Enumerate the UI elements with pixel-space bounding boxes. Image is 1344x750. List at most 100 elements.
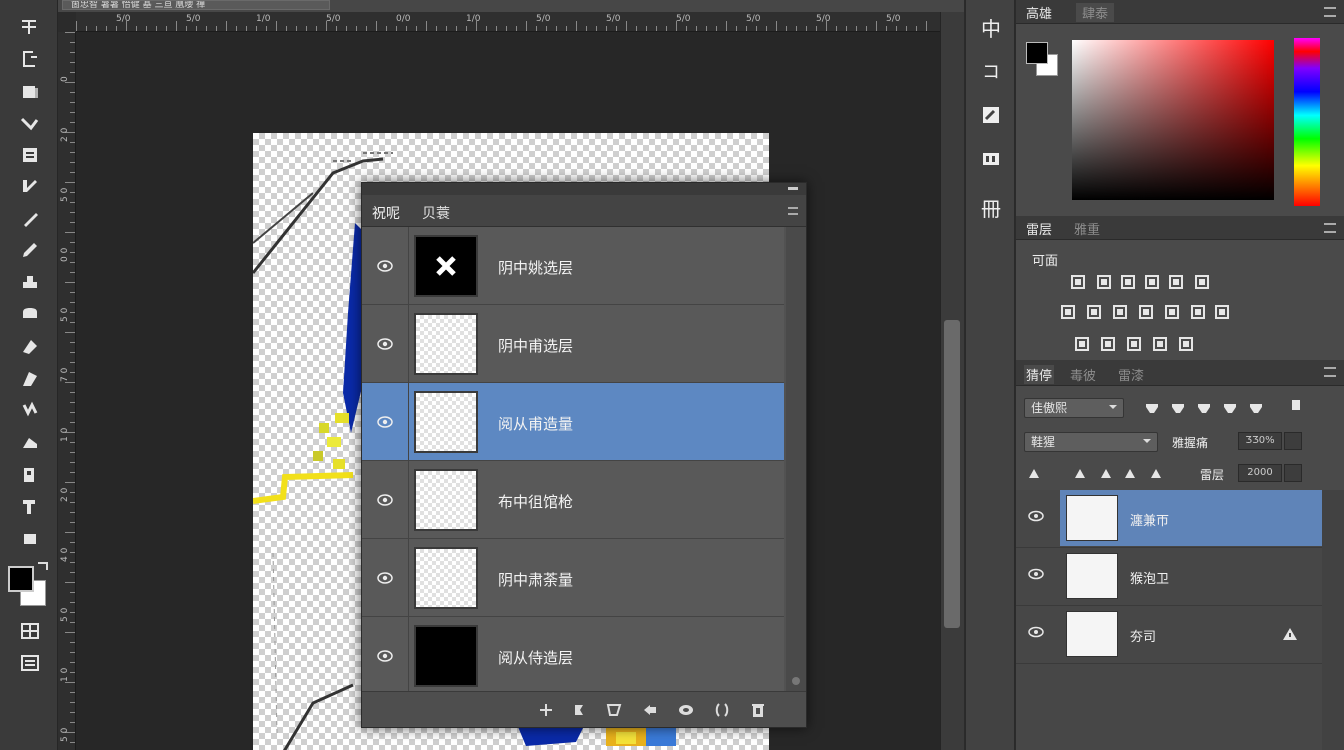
selective-color-adjustment-icon[interactable] [1126,336,1144,352]
invert-adjustment-icon[interactable] [1190,304,1208,320]
shadows-adjustment-icon[interactable] [1152,336,1170,352]
pen-tool-icon[interactable] [14,462,46,488]
hue-sat-adjustment-icon[interactable] [1194,274,1212,290]
layer-row[interactable]: 猴泡卫 [1016,548,1322,606]
layers-scrollbar[interactable] [1322,490,1344,750]
quick-select-tool-icon[interactable] [14,112,46,138]
floating-layer-row[interactable]: 阴中甫选层 [362,305,784,383]
marquee-tool-icon[interactable] [14,46,46,72]
shape-filter-icon[interactable] [1222,400,1240,416]
layer-row[interactable]: 夯司 [1016,606,1322,664]
hue-slider[interactable] [1294,38,1320,206]
vibrance-adjustment-icon[interactable] [1168,274,1186,290]
pixel-filter-icon[interactable] [1144,400,1162,416]
history-brush-tool-icon[interactable] [14,302,46,328]
properties-panel-icon[interactable]: コ [972,54,1010,88]
curves-adjustment-icon[interactable] [1120,274,1138,290]
gradient-tool-icon[interactable] [14,366,46,392]
group-folder-icon[interactable] [678,702,694,718]
brightness-adjustment-icon[interactable] [1070,274,1088,290]
eye-icon[interactable] [376,415,394,429]
foreground-color-swatch[interactable] [1026,42,1048,64]
history-panel-icon[interactable]: 中 [972,10,1010,44]
lock-pixels-icon[interactable] [1072,466,1090,482]
lock-position-icon[interactable] [1098,466,1116,482]
type-filter-icon[interactable] [1196,400,1214,416]
type-tool-icon[interactable] [14,494,46,520]
floating-panel-header[interactable] [362,183,806,195]
floating-layer-row[interactable]: 布中徂馆枪 [362,461,784,539]
tab-swatches[interactable]: 肆泰 [1076,3,1115,22]
lock-all-icon[interactable] [1148,466,1166,482]
adjustment-layer-icon[interactable] [642,702,658,718]
opacity-dropdown-arrow[interactable] [1284,432,1302,450]
blur-tool-icon[interactable] [14,398,46,424]
blend-mode-select[interactable]: 鞋猩 [1024,432,1158,452]
canvas-scroll-thumb[interactable] [944,320,960,628]
tab-styles[interactable]: 雅重 [1074,219,1100,238]
adjustment-filter-icon[interactable] [1170,400,1188,416]
new-layer-icon[interactable] [714,702,730,718]
layers-panel-menu-icon[interactable] [1324,367,1336,377]
link-layers-icon[interactable] [538,702,554,718]
gradient-map-adjustment-icon[interactable] [1100,336,1118,352]
add-mask-icon[interactable] [606,702,622,718]
crop-tool-icon[interactable] [14,142,46,168]
hdr-adjustment-icon[interactable] [1178,336,1196,352]
floating-layer-row[interactable]: 阅从甫造量 [362,383,784,461]
filter-toggle-icon[interactable] [1288,398,1306,414]
tab-floating-2[interactable]: 贝蓑 [422,203,450,223]
lock-transparent-icon[interactable] [1026,466,1056,482]
color-spectrum-field[interactable] [1072,40,1274,200]
color-balance-adjustment-icon[interactable] [1060,304,1078,320]
levels-adjustment-icon[interactable] [1096,274,1114,290]
panel-menu-icon[interactable] [788,207,798,215]
eye-icon[interactable] [1028,510,1044,522]
layer-warning-icon[interactable] [1282,626,1300,642]
floating-layer-row[interactable]: 阴中姚选层 [362,227,784,305]
channel-mixer-adjustment-icon[interactable] [1138,304,1156,320]
lasso-tool-icon[interactable] [14,80,46,106]
eyedropper-tool-icon[interactable] [14,174,46,200]
exposure-adjustment-icon[interactable] [1144,274,1162,290]
eye-icon[interactable] [376,493,394,507]
eraser-tool-icon[interactable] [14,334,46,360]
path-select-tool-icon[interactable] [14,526,46,552]
threshold-adjustment-icon[interactable] [1074,336,1092,352]
tab-layers[interactable]: 猜停 [1024,365,1055,384]
fill-dropdown-arrow[interactable] [1284,464,1302,482]
quick-mask-icon[interactable] [14,618,46,644]
eye-icon[interactable] [376,259,394,273]
minimize-icon[interactable] [788,187,798,190]
tab-adjustments[interactable]: 雷层 [1026,219,1052,238]
document-tab[interactable]: 箇忠智 暑暑 恰健 基 三亘 凰瓔 禪 [62,0,330,10]
fill-input[interactable]: 2000 [1238,464,1282,482]
character-panel-icon[interactable] [972,142,1010,176]
color-panel-menu-icon[interactable] [1324,7,1336,17]
fg-bg-color-swatch[interactable] [8,562,50,612]
healing-tool-icon[interactable] [14,206,46,232]
layer-row[interactable]: 瀍兼帀 [1016,490,1322,548]
smart-filter-icon[interactable] [1248,400,1266,416]
tab-paths[interactable]: 雷漆 [1118,365,1144,384]
eye-icon[interactable] [1028,568,1044,580]
eye-icon[interactable] [376,571,394,585]
layer-kind-filter[interactable]: 佳傲熙 [1024,398,1124,418]
floating-layer-row[interactable]: 阅从侍造层 [362,617,784,695]
dodge-tool-icon[interactable] [14,430,46,456]
lock-artboard-icon[interactable] [1122,466,1140,482]
opacity-input[interactable]: ƷƷ0% [1238,432,1282,450]
eye-icon[interactable] [376,337,394,351]
paragraph-panel-icon[interactable]: 冊 [972,190,1010,224]
photo-filter-adjustment-icon[interactable] [1112,304,1130,320]
move-tool-icon[interactable] [14,14,46,40]
tab-channels[interactable]: 毒彼 [1070,365,1096,384]
eye-icon[interactable] [1028,626,1044,638]
floating-panel-scrollbar[interactable] [786,227,806,691]
eye-icon[interactable] [376,649,394,663]
trash-icon[interactable] [750,702,766,718]
tab-floating-1[interactable]: 祝呢 [372,203,400,223]
stamp-tool-icon[interactable] [14,270,46,296]
floating-layer-row[interactable]: 阴中肃荼量 [362,539,784,617]
adjustments-panel-menu-icon[interactable] [1324,223,1336,233]
